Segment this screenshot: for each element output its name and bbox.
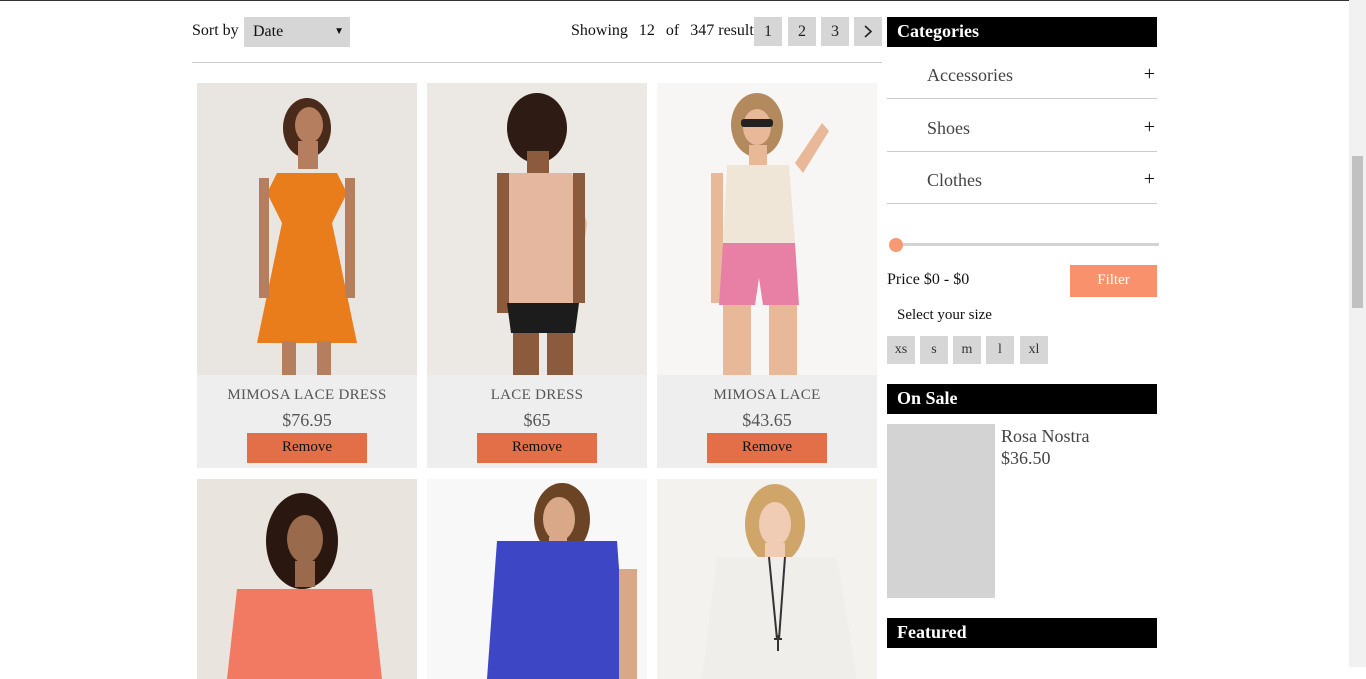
blue-top-model-image <box>487 483 637 679</box>
size-s-button[interactable]: s <box>920 336 948 364</box>
product-card[interactable]: MIMOSA LACE DRESS $76.95 Remove <box>197 83 417 468</box>
category-label[interactable]: Clothes <box>927 170 982 191</box>
product-price: $65 <box>523 410 551 430</box>
product-image[interactable] <box>197 479 417 679</box>
product-image[interactable] <box>657 479 877 679</box>
category-clothes[interactable]: Clothes + <box>887 152 1157 204</box>
toolbar-divider <box>192 62 882 63</box>
category-shoes[interactable]: Shoes + <box>887 100 1157 152</box>
on-sale-heading: On Sale <box>887 384 1157 414</box>
size-label: Select your size <box>897 307 992 323</box>
product-card[interactable]: MIMOSA LACE $43.65 Remove <box>657 83 877 468</box>
lace-top-shorts-model-image <box>711 93 829 375</box>
category-label[interactable]: Shoes <box>927 118 970 139</box>
categories-heading: Categories <box>887 17 1157 47</box>
plus-icon[interactable]: + <box>1144 116 1155 139</box>
results-summary: Showing 12 of 347 results <box>571 22 767 40</box>
page-button-2[interactable]: 2 <box>788 17 816 46</box>
remove-button[interactable]: Remove <box>477 433 597 463</box>
lace-dress-model-image <box>497 93 587 375</box>
product-image[interactable] <box>427 479 647 679</box>
showing-prefix: Showing <box>571 22 628 39</box>
remove-button[interactable]: Remove <box>247 433 367 463</box>
size-xl-button[interactable]: xl <box>1020 336 1048 364</box>
remove-button[interactable]: Remove <box>707 433 827 463</box>
next-page-button[interactable] <box>854 17 882 46</box>
product-card[interactable]: LACE DRESS $65 Remove <box>427 83 647 468</box>
showing-of: of <box>665 22 680 39</box>
white-blouse-model-image <box>702 484 857 679</box>
top-border <box>0 0 1366 1</box>
sort-select-value: Date <box>253 23 284 40</box>
featured-heading: Featured <box>887 618 1157 648</box>
sort-select[interactable]: Date ▼ <box>244 17 350 47</box>
product-name[interactable]: MIMOSA LACE DRESS <box>197 387 417 404</box>
sale-item-name[interactable]: Rosa Nostra <box>1001 426 1090 447</box>
product-price: $76.95 <box>282 410 332 430</box>
plus-icon[interactable]: + <box>1144 168 1155 191</box>
filter-button[interactable]: Filter <box>1070 265 1157 297</box>
sort-label: Sort by <box>192 22 239 39</box>
orange-dress-model-image <box>257 98 357 375</box>
dropdown-arrow-icon: ▼ <box>334 26 344 37</box>
showing-total: 347 results <box>690 22 761 39</box>
product-price: $43.65 <box>742 410 792 430</box>
sale-item-image[interactable] <box>887 424 995 598</box>
product-image[interactable] <box>657 83 877 375</box>
page-button-1[interactable]: 1 <box>754 17 782 46</box>
product-name[interactable]: LACE DRESS <box>427 387 647 404</box>
size-xs-button[interactable]: xs <box>887 336 915 364</box>
plus-icon[interactable]: + <box>1144 63 1155 86</box>
page-button-3[interactable]: 3 <box>821 17 849 46</box>
price-slider-track[interactable] <box>891 243 1159 246</box>
category-label[interactable]: Accessories <box>927 65 1013 86</box>
sale-item-price: $36.50 <box>1001 448 1051 468</box>
page-scrollbar[interactable] <box>1349 0 1366 667</box>
size-l-button[interactable]: l <box>986 336 1014 364</box>
showing-count: 12 <box>638 22 655 39</box>
size-m-button[interactable]: m <box>953 336 981 364</box>
product-image[interactable] <box>427 83 647 375</box>
coral-top-model-image <box>227 493 382 679</box>
price-range-text: Price $0 - $0 <box>887 271 970 288</box>
chevron-right-icon <box>864 25 873 38</box>
product-image[interactable] <box>197 83 417 375</box>
product-name[interactable]: MIMOSA LACE <box>657 387 877 404</box>
category-accessories[interactable]: Accessories + <box>887 47 1157 99</box>
price-slider-handle[interactable] <box>889 238 903 252</box>
scrollbar-thumb[interactable] <box>1352 156 1363 308</box>
